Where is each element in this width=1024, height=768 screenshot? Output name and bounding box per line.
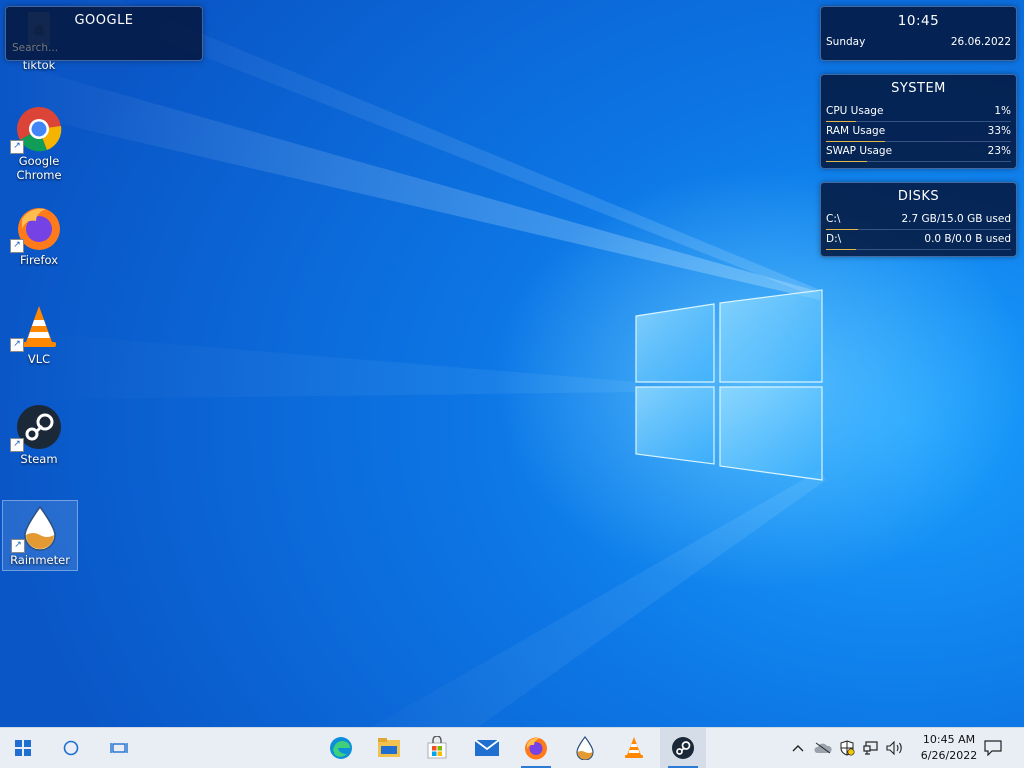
security-icon	[840, 740, 855, 756]
mail-icon	[474, 739, 500, 756]
chevron-up-icon	[792, 745, 804, 752]
notification-icon	[984, 740, 1002, 756]
clock-day: Sunday	[826, 36, 866, 48]
system-row-ram: RAM Usage 33%	[821, 122, 1016, 142]
taskbar-vlc-button[interactable]	[611, 728, 657, 768]
disks-widget: DISKS C:\ 2.7 GB/15.0 GB used D:\ 0.0 B/…	[820, 182, 1017, 257]
tray-network[interactable]	[860, 728, 882, 768]
taskbar-file-explorer-button[interactable]	[366, 728, 412, 768]
start-button[interactable]	[0, 728, 46, 768]
desktop-icon-label: VLC	[27, 352, 51, 366]
windows-logo-wallpaper	[635, 289, 823, 481]
firefox-icon	[525, 737, 547, 760]
tray-volume[interactable]	[884, 728, 906, 768]
taskbar-date: 6/26/2022	[920, 749, 978, 762]
desktop-icon-label: Rainmeter	[10, 553, 70, 567]
task-view-button[interactable]	[96, 728, 142, 768]
widget-title: GOOGLE	[74, 13, 134, 28]
task-view-icon	[110, 743, 128, 753]
google-search-widget: GOOGLE	[5, 6, 203, 61]
widget-title: SYSTEM	[891, 81, 946, 96]
taskbar-firefox-button[interactable]	[513, 728, 559, 768]
taskbar-steam-button[interactable]	[660, 728, 706, 768]
desktop-icon-label: Google Chrome	[16, 154, 62, 182]
desktop-icon-label: Steam	[20, 452, 58, 466]
notification-center-button[interactable]	[978, 728, 1008, 768]
firefox-icon: ↗	[10, 205, 62, 253]
taskbar: 10:45 AM 6/26/2022	[0, 727, 1024, 768]
clock-widget: 10:45 Sunday 26.06.2022	[820, 6, 1017, 61]
system-row-swap: SWAP Usage 23%	[821, 142, 1016, 162]
rainmeter-icon: ↗	[11, 505, 63, 553]
steam-icon	[672, 737, 694, 759]
system-row-cpu: CPU Usage 1%	[821, 102, 1016, 122]
shortcut-arrow-icon: ↗	[10, 239, 24, 253]
file-explorer-icon	[378, 738, 400, 757]
disk-row-d: D:\ 0.0 B/0.0 B used	[821, 230, 1016, 250]
desktop-icon-firefox[interactable]: ↗ Firefox	[2, 205, 76, 267]
desktop-icon-rainmeter[interactable]: ↗ Rainmeter	[2, 500, 78, 571]
usage-bar	[826, 161, 868, 162]
shortcut-arrow-icon: ↗	[10, 338, 24, 352]
google-search-input[interactable]	[10, 39, 200, 57]
vlc-icon: ↗	[10, 304, 62, 352]
taskbar-edge-button[interactable]	[318, 728, 364, 768]
onedrive-icon	[814, 742, 832, 754]
volume-icon	[886, 741, 902, 755]
cortana-circle-icon	[63, 740, 79, 756]
chrome-icon: ↗	[10, 106, 62, 154]
steam-icon: ↗	[10, 404, 62, 452]
disk-row-c: C:\ 2.7 GB/15.0 GB used	[821, 210, 1016, 230]
edge-icon	[330, 737, 352, 759]
tray-security[interactable]	[836, 728, 858, 768]
network-icon	[863, 741, 878, 755]
rainmeter-icon	[576, 736, 594, 760]
shortcut-arrow-icon: ↗	[11, 539, 25, 553]
vlc-icon	[625, 737, 643, 758]
shortcut-arrow-icon: ↗	[10, 140, 24, 154]
shortcut-arrow-icon: ↗	[10, 438, 24, 452]
widget-title: DISKS	[897, 189, 940, 204]
desktop-icon-label: Firefox	[19, 253, 59, 267]
taskbar-clock[interactable]: 10:45 AM 6/26/2022	[914, 732, 984, 764]
clock-time: 10:45	[897, 13, 940, 29]
taskbar-time: 10:45 AM	[922, 733, 976, 746]
taskbar-mail-button[interactable]	[464, 728, 510, 768]
tray-onedrive[interactable]	[812, 728, 834, 768]
desktop-icon-google-chrome[interactable]: ↗ Google Chrome	[2, 106, 76, 182]
windows-start-icon	[15, 740, 31, 756]
clock-date: 26.06.2022	[950, 36, 1011, 48]
show-hidden-icons-button[interactable]	[788, 728, 808, 768]
usage-bar	[826, 249, 856, 250]
taskbar-store-button[interactable]	[414, 728, 460, 768]
system-widget: SYSTEM CPU Usage 1% RAM Usage 33% SWAP U…	[820, 74, 1017, 169]
store-icon	[427, 736, 447, 759]
desktop-icon-steam[interactable]: ↗ Steam	[2, 404, 76, 466]
desktop-icon-vlc[interactable]: ↗ VLC	[2, 304, 76, 366]
search-button[interactable]	[48, 728, 94, 768]
taskbar-rainmeter-button[interactable]	[562, 728, 608, 768]
